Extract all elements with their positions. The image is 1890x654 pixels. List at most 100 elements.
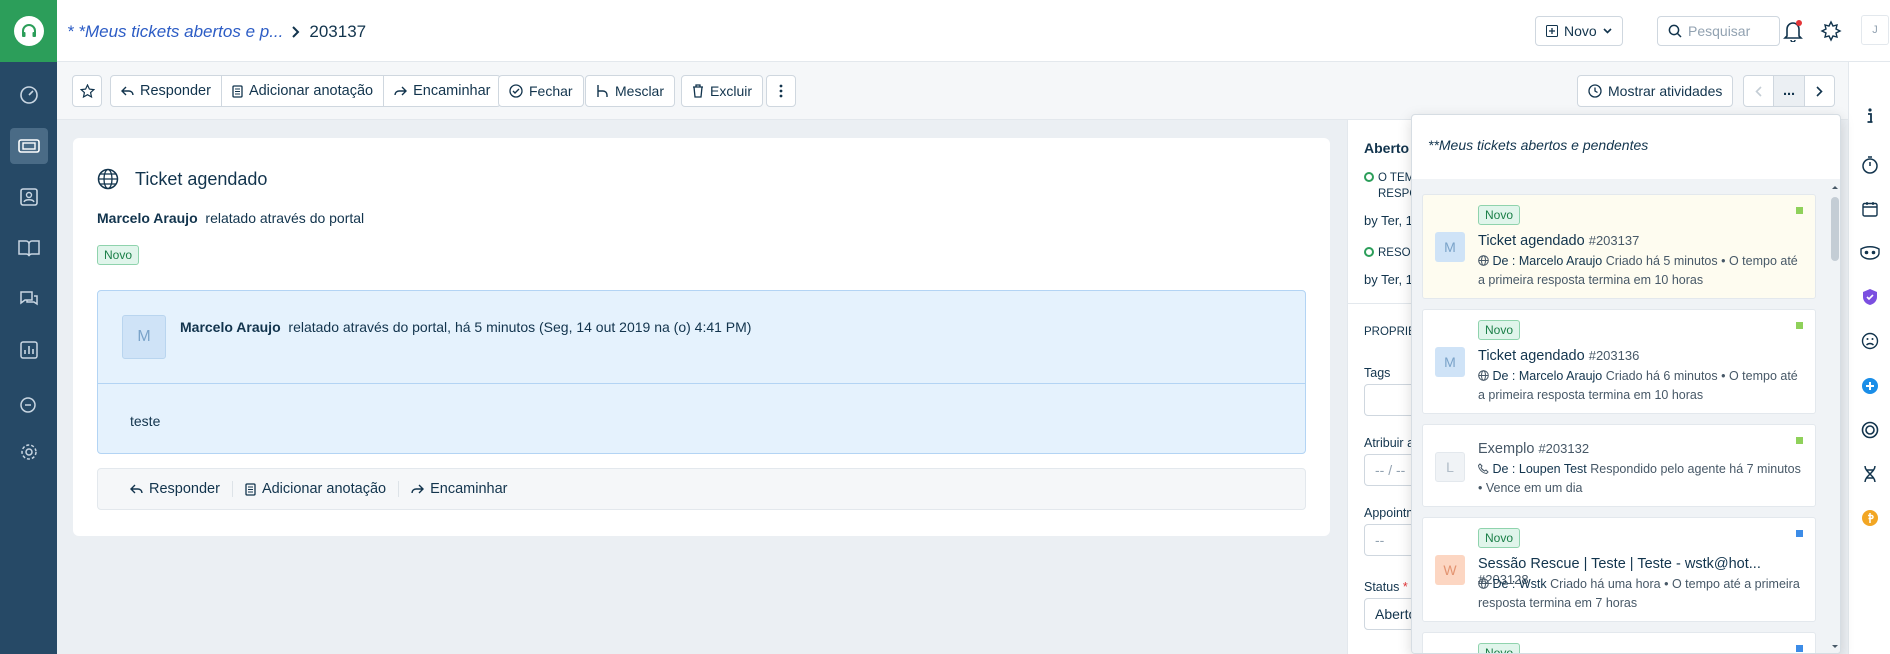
star-button[interactable] xyxy=(72,75,102,107)
user-avatar[interactable]: J xyxy=(1861,15,1889,45)
item-created: Respondido pelo agente há 7 minutos xyxy=(1590,462,1801,476)
delete-button[interactable]: Excluir xyxy=(681,75,764,107)
mask-app-button[interactable] xyxy=(1859,242,1881,264)
coin-app-button[interactable] xyxy=(1859,507,1881,529)
message-body: teste xyxy=(130,413,161,429)
ticket-card: Ticket agendado Marcelo Araujo relatado … xyxy=(73,138,1330,536)
nav-solutions[interactable] xyxy=(0,228,57,268)
forward-bottom-label: Encaminhar xyxy=(430,481,508,497)
sla1-line1: O TEM xyxy=(1378,172,1415,184)
item-details: De : Wstk Criado há uma hora • O tempo a… xyxy=(1478,577,1800,610)
vertical-dots-icon xyxy=(779,84,783,98)
avatar: M xyxy=(122,315,166,359)
nav-forums[interactable] xyxy=(0,279,57,319)
item-sla: Vence em um dia xyxy=(1485,481,1583,495)
item-from: De : Wstk xyxy=(1492,577,1547,591)
reply-icon xyxy=(121,86,134,96)
message-actions: Responder Adicionar anotação Encaminhar xyxy=(97,468,1306,510)
show-activities-label: Mostrar atividades xyxy=(1608,83,1723,99)
prev-ticket-button[interactable] xyxy=(1744,76,1774,106)
history-icon xyxy=(1588,84,1602,98)
list-item[interactable]: Novo M Ticket agendado #203137 De : Marc… xyxy=(1422,194,1816,299)
ticket-meta: Marcelo Araujo relatado através do porta… xyxy=(97,210,364,226)
sad-face-app-button[interactable] xyxy=(1859,330,1881,352)
reports-icon xyxy=(19,341,38,359)
nav-tickets[interactable] xyxy=(0,126,57,166)
shield-app-button[interactable] xyxy=(1859,286,1881,308)
close-ticket-button[interactable]: Fechar xyxy=(498,75,584,107)
forward-button-bottom[interactable]: Encaminhar xyxy=(399,481,519,497)
nav-dashboard[interactable] xyxy=(0,75,57,115)
conversation-message: M Marcelo Araujo relatado através do por… xyxy=(97,290,1306,454)
target-app-button[interactable] xyxy=(1859,419,1881,441)
dashboard-icon xyxy=(19,86,38,104)
reply-button[interactable]: Responder xyxy=(111,76,222,106)
nav-admin[interactable] xyxy=(0,432,57,472)
chevron-right-icon xyxy=(1816,85,1823,97)
scroll-up-icon[interactable] xyxy=(1828,182,1841,192)
ticket-list: Novo M Ticket agendado #203137 De : Marc… xyxy=(1412,179,1840,653)
sla2-due: by Ter, 1 xyxy=(1364,272,1413,287)
app-logo[interactable] xyxy=(0,0,57,62)
check-circle-icon xyxy=(509,84,523,98)
message-author[interactable]: Marcelo Araujo xyxy=(180,319,281,335)
add-note-label: Adicionar anotação xyxy=(248,83,374,99)
dropdown-scrollbar[interactable] xyxy=(1828,179,1841,653)
nav-contacts[interactable] xyxy=(0,177,57,217)
reply-label: Responder xyxy=(140,83,211,99)
status-heading: Aberto xyxy=(1364,140,1410,156)
notifications-button[interactable] xyxy=(1781,19,1805,43)
sla-ok-icon xyxy=(1364,247,1374,257)
add-note-button-bottom[interactable]: Adicionar anotação xyxy=(233,481,400,497)
show-activities-button[interactable]: Mostrar atividades xyxy=(1577,75,1734,107)
ticket-list-dropdown-button[interactable]: ... xyxy=(1774,76,1806,106)
list-item[interactable]: Novo xyxy=(1422,632,1816,653)
timer-app-button[interactable] xyxy=(1859,154,1881,176)
item-from: De : Marcelo Araujo xyxy=(1492,254,1603,268)
info-app-button[interactable] xyxy=(1859,105,1881,127)
info-icon xyxy=(1867,108,1873,123)
item-priority-dot xyxy=(1796,530,1803,537)
list-item[interactable]: Novo M Ticket agendado #203136 De : Marc… xyxy=(1422,309,1816,414)
next-ticket-button[interactable] xyxy=(1805,76,1834,106)
message-header: M Marcelo Araujo relatado através do por… xyxy=(122,315,751,359)
scroll-down-icon[interactable] xyxy=(1828,642,1841,652)
timer-icon xyxy=(1862,156,1878,174)
breadcrumb-list-link[interactable]: * *Meus tickets abertos e p... xyxy=(67,22,283,42)
search-box[interactable]: Pesquisar xyxy=(1657,16,1780,46)
reply-button-bottom[interactable]: Responder xyxy=(118,481,233,497)
item-status-badge: Novo xyxy=(1478,320,1521,340)
item-created: Criado há 6 minutos xyxy=(1605,369,1718,383)
reporter-name[interactable]: Marcelo Araujo xyxy=(97,210,198,226)
list-item[interactable]: L Exemplo #203132 De : Loupen Test Respo… xyxy=(1422,424,1816,507)
nav-reports[interactable] xyxy=(0,330,57,370)
add-note-button[interactable]: Adicionar anotação xyxy=(222,76,385,106)
appointment-label: Appointm xyxy=(1364,506,1417,520)
apps-button[interactable] xyxy=(1819,19,1843,43)
list-item[interactable]: Novo W Sessão Rescue | Teste | Teste - w… xyxy=(1422,517,1816,622)
item-status-badge: Novo xyxy=(1478,528,1521,548)
right-apps-column xyxy=(1848,62,1890,654)
add-app-button[interactable] xyxy=(1859,375,1881,397)
plus-square-icon xyxy=(1546,25,1558,37)
sparkle-gear-icon xyxy=(1820,20,1842,42)
nav-freshchat[interactable] xyxy=(0,386,57,426)
item-priority-dot xyxy=(1796,645,1803,652)
frown-icon xyxy=(1861,332,1879,350)
new-button[interactable]: Novo xyxy=(1535,16,1623,46)
more-actions-button[interactable] xyxy=(766,75,796,107)
close-ticket-label: Fechar xyxy=(529,83,573,99)
book-icon xyxy=(17,240,40,257)
forward-button[interactable]: Encaminhar xyxy=(384,76,500,106)
sla-ok-icon xyxy=(1364,172,1374,182)
message-divider xyxy=(98,383,1305,384)
ticket-title-row: Ticket agendado xyxy=(97,168,267,190)
avatar: L xyxy=(1435,452,1465,482)
scrollbar-thumb[interactable] xyxy=(1831,197,1839,261)
dna-app-button[interactable] xyxy=(1859,463,1881,485)
calendar-app-button[interactable] xyxy=(1859,198,1881,220)
item-created: Criado há uma hora xyxy=(1550,577,1661,591)
merge-button[interactable]: Mesclar xyxy=(585,75,676,107)
ticket-list-dropdown: **Meus tickets abertos e pendentes Novo … xyxy=(1411,114,1841,654)
calendar-icon xyxy=(1862,202,1878,217)
